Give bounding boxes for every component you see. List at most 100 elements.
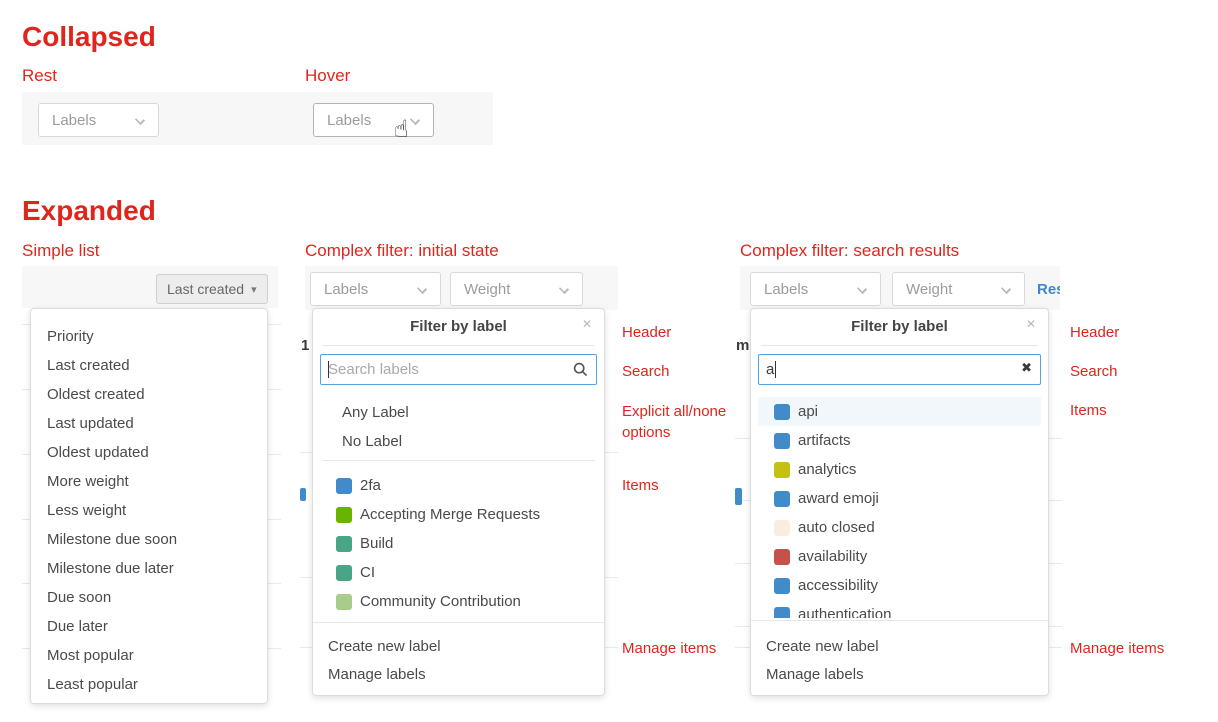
label-option-text: accessibility [798, 577, 878, 594]
annotation-items: Items [1070, 400, 1107, 421]
label-option-text: auto closed [798, 519, 875, 536]
spec-canvas: Collapsed Rest Hover Labels Labels ☝ Exp… [0, 0, 1218, 722]
label-option[interactable]: Accepting Merge Requests [312, 500, 605, 529]
reset-link[interactable]: Res [1037, 281, 1060, 298]
sort-option[interactable]: Last created [31, 351, 267, 380]
filter-initial-footer: Create new label Manage labels [312, 632, 605, 688]
panel-divider [322, 460, 595, 461]
label-color-swatch [774, 607, 790, 619]
text-caret [775, 361, 776, 378]
labels-select-text: Labels [764, 281, 808, 298]
annotation-header: Header [622, 322, 671, 343]
label-option[interactable]: 2fa [312, 471, 605, 500]
annotation-manage-items: Manage items [1070, 638, 1164, 659]
sort-option[interactable]: More weight [31, 467, 267, 496]
label-option[interactable]: auto closed [750, 513, 1049, 542]
label-search-box: ✖ [758, 354, 1041, 385]
sort-option[interactable]: Priority [31, 322, 267, 351]
labels-dropdown-rest[interactable]: Labels [38, 103, 159, 137]
no-label-option[interactable]: No Label [312, 427, 605, 456]
close-icon[interactable]: ✕ [1026, 317, 1036, 331]
label-search-input[interactable] [758, 354, 1041, 385]
chevron-down-icon [135, 115, 145, 125]
label-option-text: analytics [798, 461, 856, 478]
sort-option[interactable]: Last updated [31, 409, 267, 438]
chevron-down-icon [410, 115, 420, 125]
background-text-fragment: m [736, 337, 749, 354]
sort-option[interactable]: Oldest updated [31, 438, 267, 467]
sort-option[interactable]: Oldest created [31, 380, 267, 409]
annotation-manage-items: Manage items [622, 638, 716, 659]
label-option[interactable]: availability [750, 542, 1049, 571]
filter-initial-list: Any Label No Label [312, 398, 605, 456]
sort-option[interactable]: Least popular [31, 670, 267, 699]
label-search-box [320, 354, 597, 385]
label-option-text: Accepting Merge Requests [360, 506, 540, 523]
chevron-down-icon [559, 284, 569, 294]
clear-icon[interactable]: ✖ [1021, 361, 1032, 376]
label-color-swatch [774, 433, 790, 449]
weight-select[interactable]: Weight [892, 272, 1025, 306]
label-option[interactable]: artifacts [750, 426, 1049, 455]
label-option-text: CI [360, 564, 375, 581]
panel-footer-divider [313, 622, 604, 623]
chevron-down-icon [417, 284, 427, 294]
label-color-swatch [774, 491, 790, 507]
label-option-text: availability [798, 548, 867, 565]
label-option[interactable]: Build [312, 529, 605, 558]
manage-labels-link[interactable]: Manage labels [750, 660, 1049, 688]
background-badge-fragment [300, 488, 306, 501]
annotation-header: Header [1070, 322, 1119, 343]
label-color-swatch [774, 549, 790, 565]
close-icon[interactable]: ✕ [582, 317, 592, 331]
panel-divider [323, 345, 594, 346]
sort-option[interactable]: Due later [31, 612, 267, 641]
state-label-hover: Hover [305, 66, 350, 86]
label-option[interactable]: CI [312, 558, 605, 587]
search-icon [573, 362, 588, 377]
label-option-text: authentication [798, 606, 891, 618]
create-new-label-link[interactable]: Create new label [312, 632, 605, 660]
sort-dropdown-button[interactable]: Last created ▾ [156, 274, 268, 304]
label-color-swatch [774, 520, 790, 536]
weight-select[interactable]: Weight [450, 272, 583, 306]
sort-dropdown-menu: Priority Last created Oldest created Las… [30, 308, 268, 704]
label-color-swatch [336, 478, 352, 494]
caret-down-icon: ▾ [251, 283, 257, 296]
sort-option[interactable]: Milestone due later [31, 554, 267, 583]
labels-select[interactable]: Labels [310, 272, 441, 306]
label-color-swatch [774, 404, 790, 420]
labels-dropdown-text: Labels [52, 112, 96, 129]
label-color-swatch [336, 507, 352, 523]
label-option-highlighted[interactable]: api [758, 397, 1041, 426]
label-option-text: 2fa [360, 477, 381, 494]
filter-search-footer: Create new label Manage labels [750, 632, 1049, 688]
manage-labels-link[interactable]: Manage labels [312, 660, 605, 688]
label-option[interactable]: analytics [750, 455, 1049, 484]
sort-option[interactable]: Less weight [31, 496, 267, 525]
sort-option[interactable]: Milestone due soon [31, 525, 267, 554]
state-label-rest: Rest [22, 66, 57, 86]
sort-option[interactable]: Due soon [31, 583, 267, 612]
label-color-swatch [336, 565, 352, 581]
label-option[interactable]: accessibility [750, 571, 1049, 600]
any-label-option[interactable]: Any Label [312, 398, 605, 427]
labels-dropdown-hover[interactable]: Labels [313, 103, 434, 137]
panel-divider [761, 345, 1038, 346]
create-new-label-link[interactable]: Create new label [750, 632, 1049, 660]
sort-option[interactable]: Most popular [31, 641, 267, 670]
label-color-swatch [774, 462, 790, 478]
label-option-clipped[interactable]: authentication [750, 600, 1049, 618]
chevron-down-icon [857, 284, 867, 294]
label-option-text: api [798, 403, 818, 420]
label-option[interactable]: Community Contribution [312, 587, 605, 616]
annotation-explicit-options: Explicit all/none options [622, 401, 744, 443]
weight-select-text: Weight [464, 281, 510, 298]
chevron-down-icon [1001, 284, 1011, 294]
filter-search-results-list: api artifacts analytics award emoji auto… [750, 397, 1049, 618]
annotation-items: Items [622, 475, 659, 496]
text-caret [328, 361, 329, 378]
label-search-input[interactable] [320, 354, 597, 385]
label-option[interactable]: award emoji [750, 484, 1049, 513]
labels-select[interactable]: Labels [750, 272, 881, 306]
